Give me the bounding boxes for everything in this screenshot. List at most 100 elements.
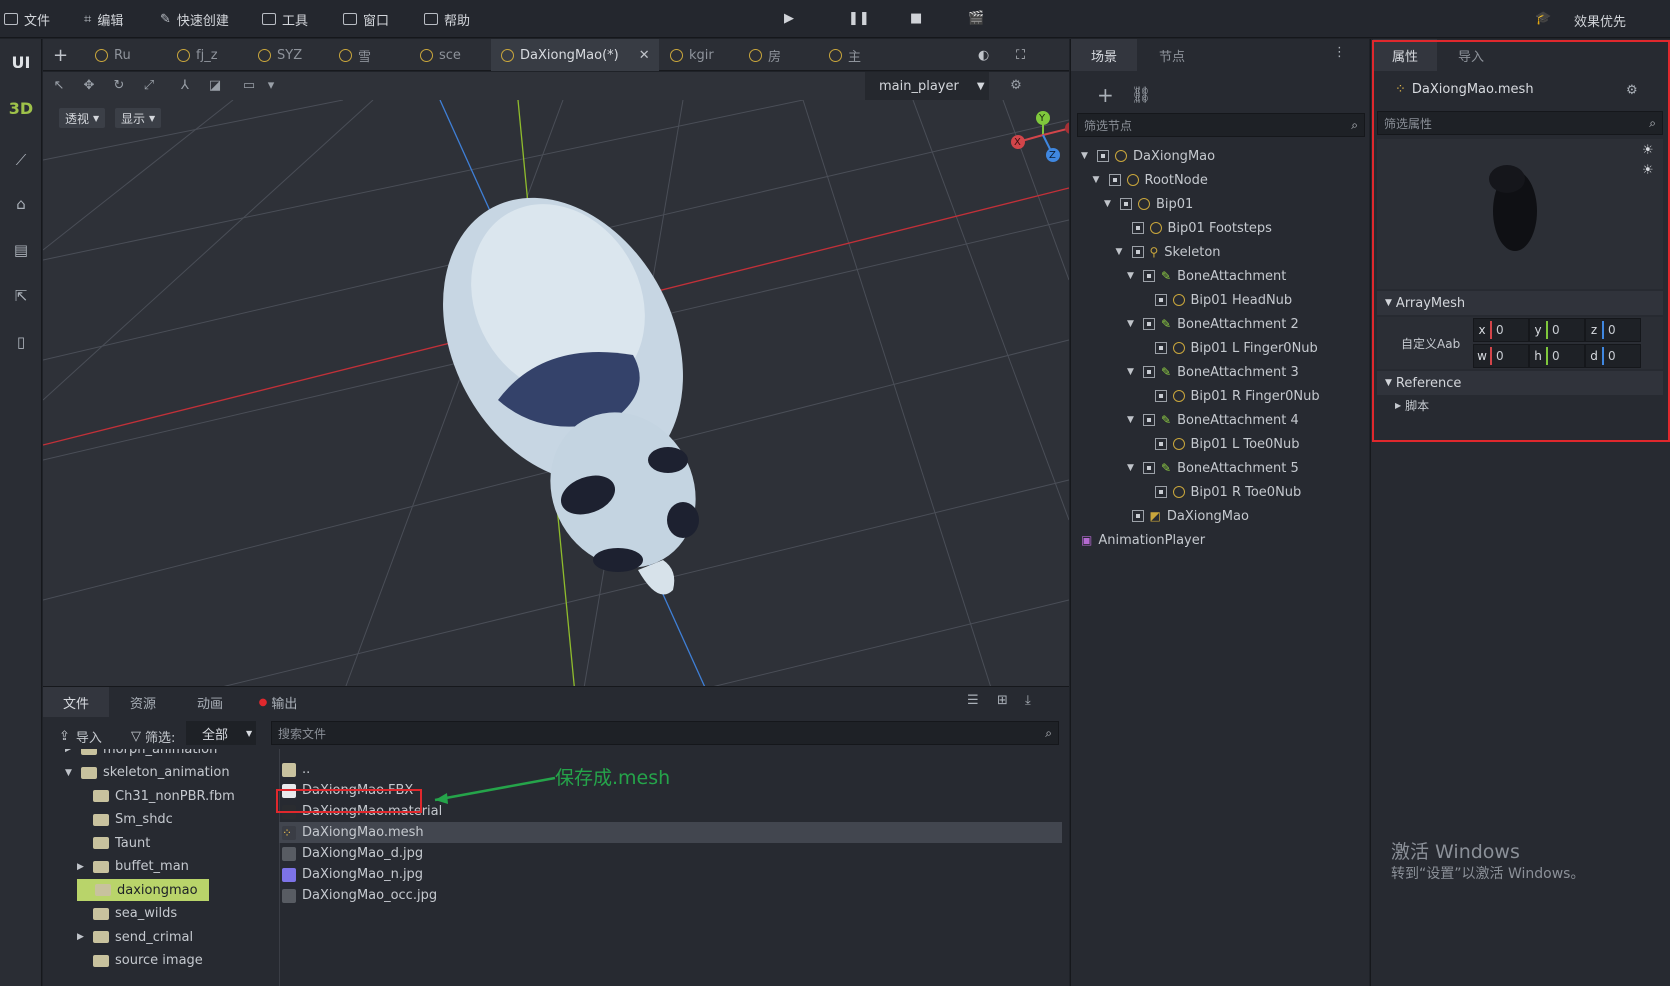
pause-icon[interactable]: ❚❚ — [848, 11, 870, 26]
graduation-cap-icon[interactable]: 🎓 — [1535, 11, 1551, 26]
store-icon[interactable]: ⌂ — [0, 195, 42, 213]
tree-node[interactable]: Bip01 L Finger0Nub — [1139, 336, 1318, 360]
tree-node[interactable]: ▣ AnimationPlayer — [1081, 528, 1205, 552]
document-icon[interactable]: ▯ — [0, 333, 42, 351]
tree-node[interactable]: ▼ ⚲ Skeleton — [1116, 240, 1221, 264]
more-icon[interactable]: ⋮ — [1333, 45, 1346, 60]
chevron-down-icon[interactable]: ▼ — [1127, 319, 1137, 329]
visibility-checkbox[interactable] — [1097, 150, 1109, 162]
tab-sce[interactable]: sce — [420, 39, 461, 71]
add-tab-button[interactable]: + — [53, 39, 68, 71]
visibility-checkbox[interactable] — [1120, 198, 1132, 210]
tree-node[interactable]: ▼ ✎ BoneAttachment 2 — [1127, 312, 1299, 336]
local-axis-icon[interactable]: ⅄ — [177, 78, 193, 94]
node-icon — [1172, 486, 1185, 498]
play-icon[interactable]: ▶ — [784, 11, 794, 26]
fullscreen-icon[interactable]: ⛶ — [1016, 39, 1025, 71]
visibility-checkbox[interactable] — [1143, 270, 1155, 282]
tab-node[interactable]: 节点 — [1137, 39, 1207, 71]
add-node-icon[interactable]: + — [1097, 83, 1114, 107]
move-tool-icon[interactable]: ✥ — [81, 78, 97, 94]
visibility-checkbox[interactable] — [1131, 222, 1144, 234]
menu-window[interactable]: 窗口 — [343, 10, 389, 29]
chevron-down-icon[interactable]: ▼ — [1081, 151, 1091, 161]
tree-node[interactable]: ▼ RootNode — [1093, 168, 1208, 192]
chevron-down-icon[interactable]: ▼ — [1104, 199, 1114, 209]
visibility-checkbox[interactable] — [1143, 366, 1155, 378]
chevron-down-icon[interactable]: ▼ — [1127, 463, 1137, 473]
mesh-icon: ◩ — [1149, 509, 1161, 523]
snap-icon[interactable]: ◪ — [207, 78, 223, 94]
tree-node[interactable]: Bip01 L Toe0Nub — [1139, 432, 1300, 456]
visibility-checkbox[interactable] — [1154, 294, 1167, 306]
chevron-down-icon[interactable]: ▼ — [1116, 247, 1126, 257]
3d-viewport[interactable]: 透视 ▼ 显示 ▼ Y X Z — [43, 100, 1069, 694]
perspective-dropdown[interactable]: 透视 ▼ — [59, 108, 106, 128]
menu-help[interactable]: 帮助 — [424, 10, 470, 29]
quality-select[interactable]: 效果优先 — [1574, 11, 1626, 30]
tree-node[interactable]: ▼ DaXiongMao — [1081, 144, 1215, 168]
settings-panel-icon[interactable]: ▤ — [0, 241, 42, 259]
tab-kgir[interactable]: kgir — [670, 39, 714, 71]
gear-icon[interactable]: ⚙ — [1008, 78, 1024, 94]
layout-icon[interactable]: ▭ — [241, 78, 257, 94]
tree-node[interactable]: ▼ ✎ BoneAttachment 4 — [1127, 408, 1299, 432]
select-tool-icon[interactable]: ↖ — [51, 78, 67, 94]
tree-node[interactable]: ▼ Bip01 — [1104, 192, 1193, 216]
link-icon[interactable]: ⛓ — [1131, 85, 1151, 104]
visibility-checkbox[interactable] — [1131, 246, 1144, 258]
left-toolbar: UI 3D ⟋ ⌂ ▤ ⇱ ▯ — [0, 39, 42, 986]
visibility-checkbox[interactable] — [1154, 486, 1167, 498]
tab-ru[interactable]: Ru — [95, 39, 131, 71]
tree-node[interactable]: ▼ ✎ BoneAttachment 3 — [1127, 360, 1299, 384]
visibility-checkbox[interactable] — [1154, 438, 1167, 450]
tree-node[interactable]: Bip01 R Toe0Nub — [1139, 480, 1301, 504]
path-icon[interactable]: ⟋ — [0, 151, 42, 169]
visibility-checkbox[interactable] — [1131, 510, 1144, 522]
tab-fj-z[interactable]: fj_z — [177, 39, 218, 71]
display-dropdown[interactable]: 显示 ▼ — [115, 108, 162, 128]
3d-mode-button[interactable]: 3D — [0, 99, 42, 118]
export-icon[interactable]: ⇱ — [0, 287, 42, 305]
visibility-checkbox[interactable] — [1143, 462, 1155, 474]
close-icon[interactable]: ✕ — [639, 48, 650, 63]
chevron-down-icon[interactable]: ▼ — [1127, 415, 1137, 425]
tab-daxiongmao[interactable]: DaXiongMao(*) ✕ — [491, 39, 659, 71]
tree-node[interactable]: ▼ ✎ BoneAttachment — [1127, 264, 1286, 288]
filter-nodes-input[interactable]: 筛选节点 ⌕ — [1077, 113, 1365, 137]
tab-scroll-icon[interactable]: ◐ — [978, 39, 989, 71]
rotate-tool-icon[interactable]: ↻ — [111, 78, 127, 94]
menu-tools[interactable]: 工具 — [262, 10, 308, 29]
ui-mode-button[interactable]: UI — [0, 53, 42, 72]
perspective-label: 透视 — [65, 111, 90, 126]
menu-file[interactable]: 文件 — [4, 10, 50, 29]
tab-room[interactable]: 房 — [749, 39, 781, 71]
chevron-down-icon[interactable]: ▼ — [1127, 271, 1137, 281]
visibility-checkbox[interactable] — [1143, 414, 1155, 426]
visibility-checkbox[interactable] — [1154, 342, 1167, 354]
tab-syz[interactable]: SYZ — [258, 39, 302, 71]
chevron-down-icon[interactable]: ▾ — [263, 78, 279, 94]
chevron-down-icon[interactable]: ▼ — [1127, 367, 1137, 377]
visibility-checkbox[interactable] — [1154, 390, 1167, 402]
tree-node-label: RootNode — [1144, 172, 1208, 188]
tab-snow[interactable]: 雪 — [339, 39, 371, 71]
tab-scene[interactable]: 场景 — [1071, 39, 1137, 71]
tab-main[interactable]: 主 — [829, 39, 861, 71]
visibility-checkbox[interactable] — [1108, 174, 1121, 186]
camera-select[interactable]: main_player ▼ — [865, 72, 989, 100]
chevron-down-icon[interactable]: ▼ — [1093, 175, 1103, 185]
tree-node[interactable]: Bip01 Footsteps — [1116, 216, 1272, 240]
tree-node[interactable]: ▼ ✎ BoneAttachment 5 — [1127, 456, 1299, 480]
clapperboard-icon[interactable]: 🎬 — [968, 11, 984, 26]
stop-icon[interactable]: ■ — [910, 11, 922, 26]
visibility-checkbox[interactable] — [1143, 318, 1155, 330]
tree-node[interactable]: Bip01 HeadNub — [1139, 288, 1292, 312]
menu-quick-create[interactable]: ✎ 快速创建 — [160, 10, 229, 29]
tree-node[interactable]: ◩ DaXiongMao — [1116, 504, 1249, 528]
crop-icon: ⌗ — [84, 11, 92, 27]
menu-edit-label: 编辑 — [97, 13, 124, 29]
tree-node[interactable]: Bip01 R Finger0Nub — [1139, 384, 1320, 408]
menu-edit[interactable]: ⌗ 编辑 — [84, 10, 124, 29]
scale-tool-icon[interactable]: ⤢ — [141, 78, 157, 94]
